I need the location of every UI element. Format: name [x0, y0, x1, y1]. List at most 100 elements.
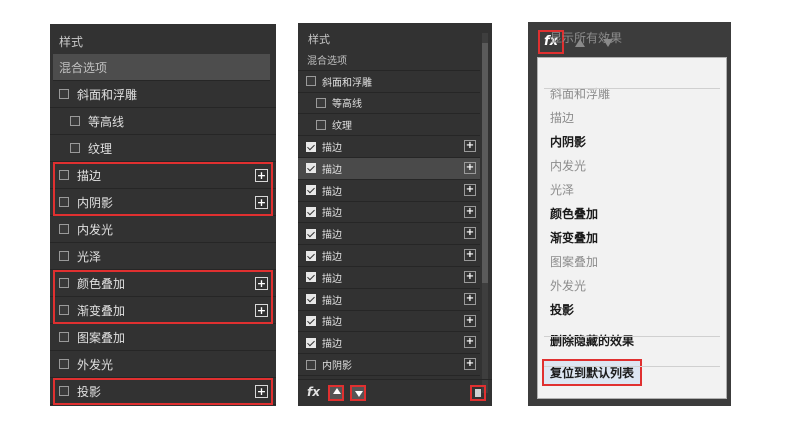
- style-item[interactable]: 内阴影 +: [298, 354, 480, 376]
- style-checkbox[interactable]: [306, 185, 316, 196]
- style-checkbox[interactable]: [306, 163, 316, 174]
- plus-icon[interactable]: +: [464, 162, 476, 174]
- plus-icon[interactable]: +: [464, 140, 476, 153]
- plus-icon[interactable]: +: [464, 292, 476, 305]
- style-item[interactable]: 描边 +: [298, 158, 480, 180]
- plus-icon[interactable]: +: [255, 385, 268, 398]
- style-item[interactable]: 等高线: [298, 93, 480, 115]
- style-item[interactable]: 图案叠加: [50, 324, 276, 351]
- style-checkbox[interactable]: [306, 359, 316, 370]
- style-checkbox[interactable]: [306, 272, 316, 283]
- style-checkbox[interactable]: [70, 116, 80, 126]
- style-item[interactable]: 描边 +: [298, 202, 480, 224]
- style-item[interactable]: 纹理: [50, 135, 276, 162]
- blending-options-item[interactable]: 混合选项: [53, 54, 270, 81]
- style-item-label: 描边: [322, 208, 342, 220]
- style-item-label: 斜面和浮雕: [77, 87, 138, 102]
- fx-button[interactable]: fx: [307, 385, 320, 399]
- style-checkbox[interactable]: [59, 305, 69, 315]
- menu-item[interactable]: 显示所有效果: [550, 29, 622, 46]
- style-item[interactable]: 渐变叠加 +: [50, 297, 276, 324]
- style-checkbox[interactable]: [306, 141, 316, 152]
- style-checkbox[interactable]: [59, 224, 69, 234]
- style-checkbox[interactable]: [59, 251, 69, 261]
- style-item[interactable]: 描边 +: [298, 311, 480, 333]
- style-item[interactable]: 描边 +: [298, 332, 480, 355]
- style-item[interactable]: 描边 +: [298, 245, 480, 267]
- plus-icon[interactable]: +: [464, 271, 476, 283]
- plus-icon[interactable]: +: [464, 205, 476, 218]
- menu-item[interactable]: 复位到默认列表: [542, 359, 643, 386]
- styles-panel-2: 样式 混合选项 斜面和浮雕 等高线 纹理 描边 + 描边 + 描边 + 描边 + 描边 + 描边 + 描边 + 描边…: [298, 23, 492, 406]
- style-item-label: 斜面和浮雕: [322, 77, 372, 89]
- move-up-button[interactable]: [328, 385, 344, 401]
- style-checkbox[interactable]: [306, 294, 316, 305]
- style-item[interactable]: 描边 +: [298, 289, 480, 311]
- menu-item[interactable]: 颜色叠加: [550, 205, 598, 222]
- style-item[interactable]: 斜面和浮雕: [298, 71, 480, 93]
- style-item[interactable]: 颜色叠加 +: [50, 270, 276, 297]
- plus-icon[interactable]: +: [464, 249, 476, 262]
- style-item[interactable]: 描边 +: [298, 180, 480, 202]
- panel-header: 样式: [308, 33, 330, 46]
- menu-item[interactable]: 光泽: [550, 181, 574, 198]
- plus-icon[interactable]: +: [255, 304, 268, 317]
- menu-item[interactable]: 内阴影: [550, 133, 586, 150]
- style-item[interactable]: 描边 +: [50, 162, 276, 189]
- style-checkbox[interactable]: [70, 143, 80, 153]
- style-checkbox[interactable]: [59, 386, 69, 396]
- style-item[interactable]: 描边 +: [298, 136, 480, 158]
- move-down-button[interactable]: [350, 385, 366, 401]
- style-checkbox[interactable]: [59, 332, 69, 342]
- style-checkbox[interactable]: [306, 337, 316, 348]
- style-checkbox[interactable]: [306, 206, 316, 217]
- style-checkbox[interactable]: [306, 250, 316, 261]
- menu-item[interactable]: 删除隐藏的效果: [550, 332, 634, 349]
- style-checkbox[interactable]: [306, 315, 316, 326]
- style-item-label: 内发光: [77, 222, 114, 237]
- plus-icon[interactable]: +: [255, 277, 268, 290]
- style-item[interactable]: 描边 +: [298, 267, 480, 289]
- plus-icon[interactable]: +: [464, 183, 476, 196]
- styles-panel-1: 样式 混合选项 斜面和浮雕 等高线 纹理 描边 + 内阴影 + 内发光 光泽 颜色叠加 + 渐变叠加 + 图…: [50, 24, 276, 406]
- style-checkbox[interactable]: [59, 197, 69, 207]
- menu-item[interactable]: 渐变叠加: [550, 229, 598, 246]
- style-checkbox[interactable]: [59, 359, 69, 369]
- scrollbar[interactable]: [482, 33, 488, 393]
- plus-icon[interactable]: +: [255, 169, 268, 182]
- style-checkbox[interactable]: [59, 278, 69, 288]
- style-item[interactable]: 光泽: [50, 243, 276, 270]
- style-item[interactable]: 投影 +: [50, 378, 276, 405]
- style-item[interactable]: 描边 +: [298, 223, 480, 246]
- plus-icon[interactable]: +: [255, 196, 268, 209]
- style-item-label: 纹理: [88, 141, 113, 156]
- menu-item[interactable]: 描边: [550, 109, 574, 126]
- style-item[interactable]: 外发光: [50, 351, 276, 378]
- style-checkbox[interactable]: [59, 89, 69, 99]
- style-checkbox[interactable]: [59, 170, 69, 180]
- plus-icon[interactable]: +: [464, 336, 476, 349]
- plus-icon[interactable]: +: [464, 227, 476, 240]
- plus-icon[interactable]: +: [464, 358, 476, 371]
- style-item-label: 外发光: [77, 357, 114, 372]
- style-checkbox[interactable]: [316, 119, 326, 130]
- menu-item[interactable]: 图案叠加: [550, 253, 598, 270]
- menu-item[interactable]: 外发光: [550, 277, 586, 294]
- style-item[interactable]: 纹理: [298, 114, 480, 137]
- delete-effect-button[interactable]: [470, 385, 486, 401]
- scrollbar-thumb[interactable]: [482, 43, 488, 283]
- style-item[interactable]: 等高线: [50, 108, 276, 135]
- style-checkbox[interactable]: [306, 228, 316, 239]
- style-item[interactable]: 内发光: [50, 216, 276, 243]
- menu-item[interactable]: 内发光: [550, 157, 586, 174]
- style-item-label: 描边: [322, 164, 342, 176]
- style-item[interactable]: 内阴影 +: [50, 189, 276, 216]
- blending-options-item[interactable]: 混合选项: [298, 49, 480, 71]
- style-item[interactable]: 斜面和浮雕: [50, 81, 276, 108]
- plus-icon[interactable]: +: [464, 314, 476, 327]
- style-checkbox[interactable]: [306, 76, 316, 87]
- style-checkbox[interactable]: [316, 97, 326, 108]
- style-item-label: 图案叠加: [77, 330, 126, 345]
- menu-divider: [544, 336, 720, 337]
- menu-item[interactable]: 投影: [550, 301, 574, 318]
